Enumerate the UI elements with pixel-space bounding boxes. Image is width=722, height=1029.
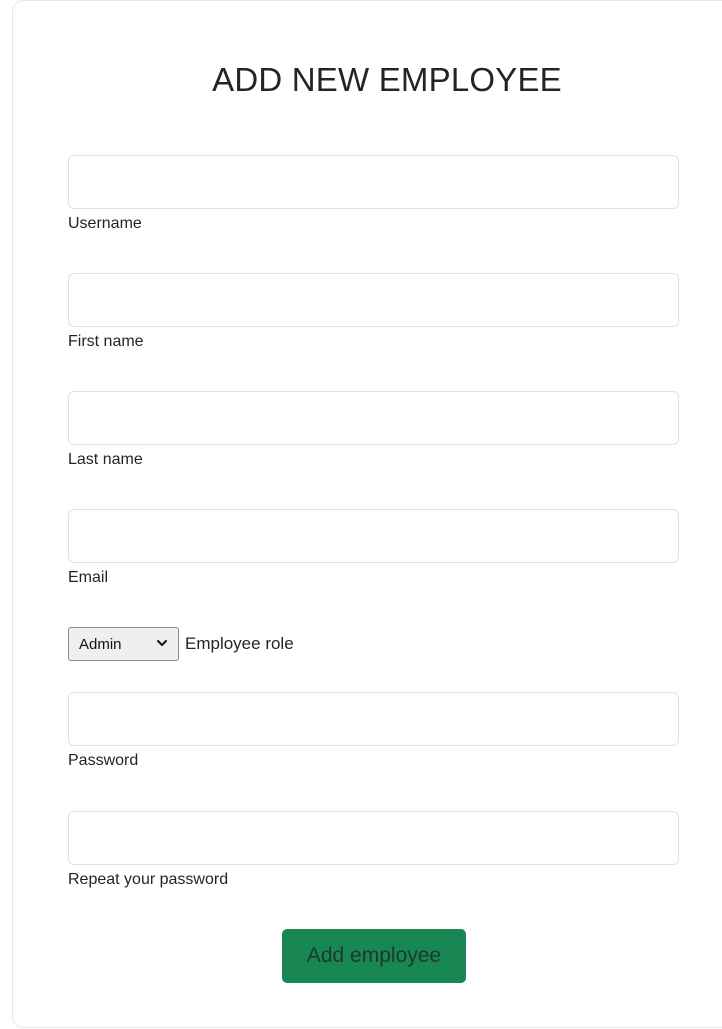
last-name-group: Last name xyxy=(68,391,679,469)
email-input[interactable] xyxy=(68,509,679,563)
last-name-input[interactable] xyxy=(68,391,679,445)
email-group: Email xyxy=(68,509,679,587)
password-label: Password xyxy=(68,752,139,769)
employee-role-selected: Admin xyxy=(79,635,122,653)
first-name-group: First name xyxy=(68,273,679,351)
repeat-password-label: Repeat your password xyxy=(68,871,229,888)
first-name-label: First name xyxy=(68,333,144,350)
email-label: Email xyxy=(68,569,109,586)
username-group: Username xyxy=(68,155,679,233)
password-group: Password xyxy=(68,692,679,770)
username-label: Username xyxy=(68,215,142,232)
last-name-label: Last name xyxy=(68,451,143,468)
username-input[interactable] xyxy=(68,155,679,209)
add-employee-button[interactable]: Add employee xyxy=(282,929,466,983)
repeat-password-group: Repeat your password xyxy=(68,811,679,889)
employee-role-row: Admin Employee role xyxy=(68,627,294,661)
page-title: ADD NEW EMPLOYEE xyxy=(212,61,562,98)
repeat-password-input[interactable] xyxy=(68,811,679,865)
employee-role-select[interactable]: Admin xyxy=(68,627,179,661)
password-input[interactable] xyxy=(68,692,679,746)
employee-role-label: Employee role xyxy=(185,634,294,653)
chevron-down-icon xyxy=(157,640,167,646)
first-name-input[interactable] xyxy=(68,273,679,327)
